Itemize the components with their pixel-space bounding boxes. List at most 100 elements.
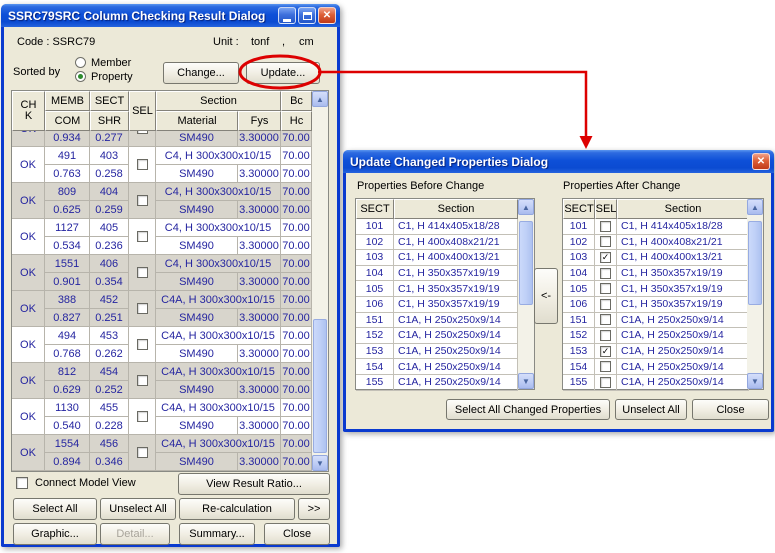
row-sel-cell [129, 147, 156, 183]
update-dialog-titlebar[interactable]: Update Changed Properties Dialog ✕ [343, 150, 774, 173]
row-hc: 70.00 [281, 345, 312, 363]
table-row[interactable]: OK812454C4A, H 300x300x10/1570.000.6290.… [12, 363, 312, 399]
column-dialog-title: SSRC79SRC Column Checking Result Dialog [8, 9, 276, 23]
list-sel-cell: ✓ [595, 344, 617, 360]
row-chk-status: OK [12, 131, 45, 147]
unit-separator: , [282, 36, 285, 48]
view-result-ratio-button[interactable]: View Result Ratio... [178, 473, 330, 495]
table-scrollbar-thumb[interactable] [313, 319, 327, 453]
column-dialog-titlebar[interactable]: SSRC79SRC Column Checking Result Dialog … [1, 4, 340, 27]
list-select-checkbox[interactable] [600, 236, 611, 247]
table-row[interactable]: OK1127405C4, H 300x300x10/1570.000.5340.… [12, 219, 312, 255]
minimize-icon[interactable] [278, 7, 296, 24]
list-sel-cell: ✓ [595, 250, 617, 266]
row-bc: 70.00 [281, 147, 312, 165]
scroll-down-icon[interactable]: ▼ [747, 373, 763, 389]
list-select-checkbox[interactable] [600, 361, 611, 372]
scroll-up-icon[interactable]: ▲ [747, 199, 763, 215]
select-all-changed-properties-button[interactable]: Select All Changed Properties [446, 399, 610, 420]
row-fys: 3.30000 [238, 453, 281, 471]
row-bc: 70.00 [281, 363, 312, 381]
table-row[interactable]: OK0.9340.277SM4903.3000070.00 [12, 131, 312, 147]
row-select-checkbox[interactable] [137, 339, 148, 350]
table-row[interactable]: OK1130455C4A, H 300x300x10/1570.000.5400… [12, 399, 312, 435]
list-sel-cell [595, 359, 617, 375]
graphic-button[interactable]: Graphic... [13, 523, 97, 545]
list-select-checkbox[interactable]: ✓ [600, 346, 611, 357]
after-scrollbar-thumb[interactable] [748, 221, 762, 305]
radio-member[interactable] [75, 57, 86, 68]
row-select-checkbox[interactable] [137, 267, 148, 278]
close-button[interactable]: Close [264, 523, 330, 545]
scroll-down-icon[interactable]: ▼ [312, 455, 328, 471]
row-memb: 491 [45, 147, 90, 165]
row-select-checkbox[interactable] [137, 375, 148, 386]
list-section: C1, H 350x357x19/19 [617, 297, 749, 313]
sorted-by-label: Sorted by [13, 66, 60, 78]
row-select-checkbox[interactable] [137, 159, 148, 170]
list-select-checkbox[interactable] [600, 330, 611, 341]
row-select-checkbox[interactable] [137, 131, 148, 134]
row-chk-status: OK [12, 399, 45, 435]
table-row-partial: OK0.9340.277SM4903.3000070.00 [12, 131, 328, 147]
list-sect: 154 [563, 359, 595, 375]
properties-after-label: Properties After Change [563, 180, 680, 192]
row-sect: 454 [90, 363, 129, 381]
list-sect: 151 [563, 313, 595, 329]
connect-model-view-checkbox[interactable] [16, 477, 28, 489]
change-button[interactable]: Change... [163, 62, 239, 84]
scroll-down-icon[interactable]: ▼ [518, 373, 534, 389]
row-section: C4A, H 300x300x10/15 [156, 363, 281, 381]
radio-member-label: Member [91, 57, 131, 69]
update-button[interactable]: Update... [246, 62, 320, 84]
list-select-checkbox[interactable] [600, 268, 611, 279]
summary-button[interactable]: Summary... [179, 523, 255, 545]
list-sect: 101 [356, 219, 394, 235]
list-select-checkbox[interactable] [600, 221, 611, 232]
recalculation-button[interactable]: Re-calculation [179, 498, 295, 520]
row-hc: 70.00 [281, 237, 312, 255]
row-sel-cell [129, 435, 156, 471]
scroll-up-icon[interactable]: ▲ [518, 199, 534, 215]
row-select-checkbox[interactable] [137, 411, 148, 422]
table-row[interactable]: OK388452C4A, H 300x300x10/1570.000.8270.… [12, 291, 312, 327]
close-icon[interactable]: ✕ [318, 7, 336, 24]
row-fys: 3.30000 [238, 273, 281, 291]
row-select-checkbox[interactable] [137, 231, 148, 242]
row-select-checkbox[interactable] [137, 303, 148, 314]
close-button[interactable]: Close [692, 399, 769, 420]
radio-property[interactable] [75, 71, 86, 82]
row-select-checkbox[interactable] [137, 447, 148, 458]
row-hc: 70.00 [281, 201, 312, 219]
table-row[interactable]: OK491403C4, H 300x300x10/1570.000.7630.2… [12, 147, 312, 183]
list-select-checkbox[interactable]: ✓ [600, 252, 611, 263]
before-scrollbar-thumb[interactable] [519, 221, 533, 305]
more-button[interactable]: >> [298, 498, 330, 520]
table-row[interactable]: OK494453C4A, H 300x300x10/1570.000.7680.… [12, 327, 312, 363]
before-header-sect: SECT [356, 199, 394, 219]
table-scrollbar[interactable]: ▲ ▼ [312, 91, 328, 471]
unselect-all-button[interactable]: Unselect All [100, 498, 176, 520]
list-select-checkbox[interactable] [600, 283, 611, 294]
maximize-icon[interactable] [298, 7, 316, 24]
row-com: 0.934 [45, 131, 90, 147]
list-select-checkbox[interactable] [600, 314, 611, 325]
list-select-checkbox[interactable] [600, 377, 611, 388]
list-sect: 101 [563, 219, 595, 235]
table-row[interactable]: OK1551406C4, H 300x300x10/1570.000.9010.… [12, 255, 312, 291]
after-list-scrollbar[interactable]: ▲ ▼ [747, 199, 763, 389]
row-select-checkbox[interactable] [137, 195, 148, 206]
before-list-scrollbar[interactable]: ▲ ▼ [518, 199, 534, 389]
row-material: SM490 [156, 165, 238, 183]
scroll-up-icon[interactable]: ▲ [312, 91, 328, 107]
list-sect: 155 [356, 375, 394, 391]
table-row[interactable]: OK809404C4, H 300x300x10/1570.000.6250.2… [12, 183, 312, 219]
unselect-all-button[interactable]: Unselect All [615, 399, 687, 420]
list-section: C1, H 350x357x19/19 [617, 281, 749, 297]
list-select-checkbox[interactable] [600, 299, 611, 310]
list-sect: 151 [356, 313, 394, 329]
select-all-button[interactable]: Select All [13, 498, 97, 520]
move-left-button[interactable]: <- [534, 268, 558, 324]
table-row[interactable]: OK1554456C4A, H 300x300x10/1570.000.8940… [12, 435, 312, 471]
close-icon[interactable]: ✕ [752, 153, 770, 170]
